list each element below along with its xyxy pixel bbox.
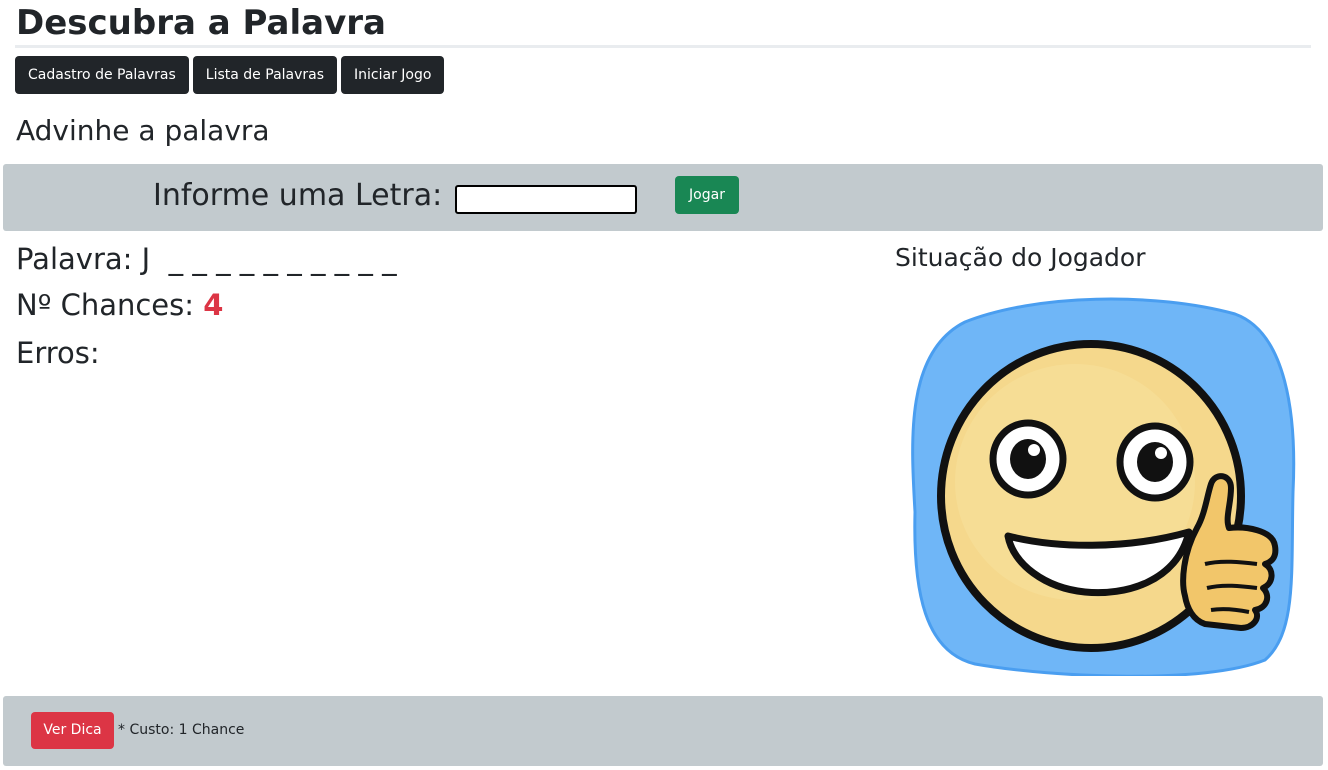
letter-input[interactable] xyxy=(455,185,637,214)
letter-input-label: Informe uma Letra: xyxy=(153,178,443,213)
word-list-button[interactable]: Lista de Palavras xyxy=(192,56,338,94)
chances-value: 4 xyxy=(203,288,224,322)
smiley-thumbs-up-icon xyxy=(911,297,1296,676)
word-label: Palavra: xyxy=(16,242,133,276)
game-heading: Advinhe a palavra xyxy=(16,114,270,147)
play-button[interactable]: Jogar xyxy=(675,176,739,214)
hint-panel: Ver Dica * Custo: 1 Chance xyxy=(3,696,1323,766)
start-game-button[interactable]: Iniciar Jogo xyxy=(341,56,445,94)
player-status-heading: Situação do Jogador xyxy=(895,243,1146,272)
word-registration-button[interactable]: Cadastro de Palavras xyxy=(15,56,189,94)
page-title: Descubra a Palavra xyxy=(16,3,386,43)
chances-label: Nº Chances: xyxy=(16,288,195,322)
word-display: J _ _ _ _ _ _ _ _ _ _ xyxy=(141,242,397,276)
letter-input-panel: Informe uma Letra: Jogar xyxy=(3,164,1323,231)
errors-line: Erros: xyxy=(16,334,109,372)
nav-bar: Cadastro de Palavras Lista de Palavras I… xyxy=(15,56,445,94)
view-hint-button[interactable]: Ver Dica xyxy=(31,712,114,749)
chances-line: Nº Chances: 4 xyxy=(16,286,223,324)
title-divider xyxy=(15,45,1311,48)
word-line: Palavra: J _ _ _ _ _ _ _ _ _ _ xyxy=(16,240,397,278)
errors-label: Erros: xyxy=(16,336,100,370)
hint-cost-note: * Custo: 1 Chance xyxy=(118,722,245,738)
